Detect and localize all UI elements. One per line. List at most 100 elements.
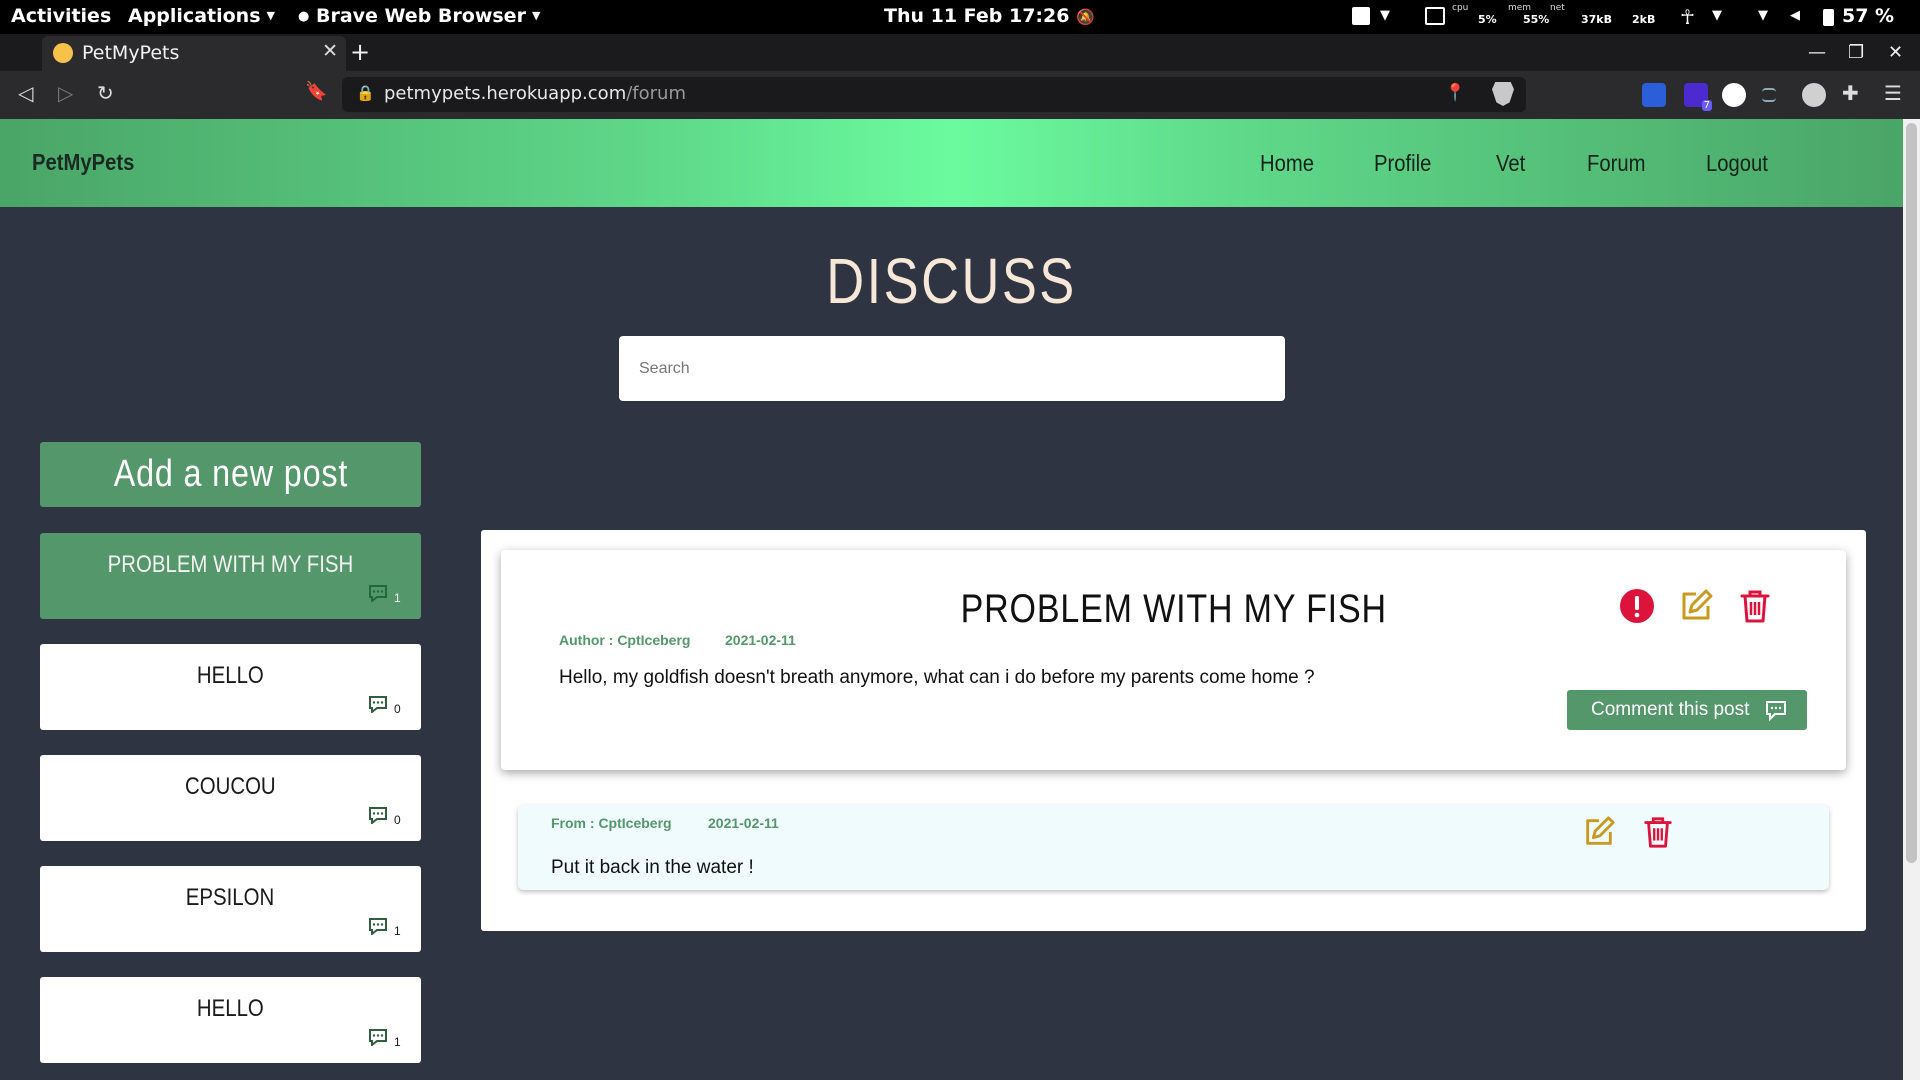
chevron-down-icon: ▼: [266, 9, 275, 22]
edit-icon[interactable]: [1678, 588, 1714, 624]
nav-logout[interactable]: Logout: [1706, 150, 1768, 177]
url-text[interactable]: petmypets.herokuapp.com/forum: [384, 83, 686, 104]
delete-icon[interactable]: [1737, 588, 1773, 624]
comment-this-post-button[interactable]: Comment this post: [1567, 690, 1807, 730]
brave-shields-icon[interactable]: [1492, 82, 1514, 106]
post-detail-panel: PROBLEM WITH MY FISH Author : CptIceberg…: [481, 530, 1866, 931]
post-list-item[interactable]: EPSILON 1: [40, 866, 421, 952]
comment-count: 0: [394, 702, 401, 716]
post-list-item[interactable]: COUCOU 0: [40, 755, 421, 841]
cpu-value: 5%: [1478, 13, 1497, 26]
comment-bubble-icon: [369, 696, 387, 713]
app-menu[interactable]: ● Brave Web Browser ▼: [298, 5, 540, 27]
back-icon[interactable]: ◁: [18, 81, 33, 105]
post-item-title: HELLO: [197, 662, 264, 689]
list-extension-icon[interactable]: [1762, 88, 1776, 102]
comment-date: 2021-02-11: [708, 815, 779, 831]
post-item-title: EPSILON: [186, 884, 275, 911]
post-body: Hello, my goldfish doesn't breath anymor…: [559, 667, 1315, 688]
close-tab-icon[interactable]: ✕: [322, 40, 338, 62]
brand-logo[interactable]: PetMyPets: [32, 149, 134, 176]
palette-extension-icon[interactable]: [1802, 83, 1826, 107]
clock[interactable]: Thu 11 Feb 17:26 🔕: [884, 5, 1095, 27]
comment-author: From : CptIceberg: [551, 815, 672, 831]
net-up-value: 2kB: [1632, 13, 1656, 26]
comment-count: 0: [394, 813, 401, 827]
tab-title: PetMyPets: [82, 42, 180, 64]
chevron-down-icon[interactable]: ▼: [1380, 8, 1390, 23]
page-viewport: PetMyPets Home Profile Vet Forum Logout …: [0, 119, 1903, 1080]
mem-value: 55%: [1523, 13, 1550, 26]
cat-favicon-icon: [53, 43, 73, 63]
mem-label: mem: [1508, 3, 1532, 13]
post-title: PROBLEM WITH MY FISH: [960, 587, 1387, 631]
browser-toolbar: ◁ ▷ ↻ 🔖 🔒 petmypets.herokuapp.com/forum …: [0, 71, 1920, 119]
system-monitor-icon[interactable]: [1425, 7, 1445, 25]
comment-bubble-icon: [369, 585, 387, 602]
comment-button-label: Comment this post: [1591, 699, 1750, 720]
comment-count: 1: [394, 591, 401, 605]
battery-icon[interactable]: [1823, 9, 1834, 26]
delete-icon[interactable]: [1641, 815, 1675, 849]
post-item-title: COUCOU: [185, 773, 276, 800]
restore-icon[interactable]: ❐: [1848, 42, 1864, 63]
scrollbar-thumb[interactable]: [1906, 123, 1917, 863]
post-list-item[interactable]: PROBLEM WITH MY FISH 1: [40, 533, 421, 619]
bitwarden-extension-icon[interactable]: [1642, 83, 1666, 107]
net-down-value: 37kB: [1581, 13, 1613, 26]
keyboard-layout-icon[interactable]: [1352, 7, 1370, 25]
reload-icon[interactable]: ↻: [97, 81, 114, 105]
nav-profile[interactable]: Profile: [1374, 150, 1431, 177]
comment-count: 1: [394, 1035, 401, 1049]
comment-bubble-icon: [369, 1029, 387, 1046]
minimize-icon[interactable]: —: [1808, 42, 1826, 63]
nav-forum[interactable]: Forum: [1587, 150, 1645, 177]
chevron-down-icon[interactable]: ▼: [1712, 8, 1722, 23]
tab-strip: PetMyPets ✕: [0, 34, 1920, 95]
add-new-post-button[interactable]: Add a new post: [40, 442, 421, 507]
comment-bubble-icon: [369, 807, 387, 824]
wifi-icon[interactable]: ▼: [1758, 8, 1768, 23]
report-icon[interactable]: [1619, 588, 1655, 624]
post-item-title: HELLO: [197, 995, 264, 1022]
json-extension-icon[interactable]: [1722, 83, 1746, 107]
cpu-label: cpu: [1452, 3, 1469, 13]
chevron-down-icon: ▼: [531, 9, 541, 22]
site-navbar: PetMyPets Home Profile Vet Forum Logout: [0, 119, 1903, 207]
puzzle-icon[interactable]: ✚: [1842, 81, 1859, 105]
comment-count: 1: [394, 924, 401, 938]
close-window-icon[interactable]: ✕: [1888, 42, 1903, 63]
activities-button[interactable]: Activities: [11, 5, 111, 27]
page-scrollbar[interactable]: [1903, 119, 1920, 1080]
search-input[interactable]: [619, 336, 1285, 401]
comment-card: From : CptIceberg 2021-02-11 Put it back…: [518, 805, 1829, 890]
volume-icon[interactable]: ◀: [1790, 8, 1800, 23]
address-bar[interactable]: 🔒 petmypets.herokuapp.com/forum 📍: [342, 77, 1526, 112]
post-author: Author : CptIceberg: [559, 632, 691, 648]
menu-icon[interactable]: ☰: [1884, 81, 1902, 105]
accessibility-icon[interactable]: ☥: [1680, 5, 1695, 29]
new-tab-icon[interactable]: +: [350, 38, 370, 66]
post-list-item[interactable]: HELLO 0: [40, 644, 421, 730]
bell-muted-icon: 🔕: [1076, 8, 1095, 26]
location-pin-icon[interactable]: 📍: [1445, 83, 1466, 103]
applications-menu[interactable]: Applications ▼: [128, 5, 275, 27]
post-item-title: PROBLEM WITH MY FISH: [107, 551, 354, 578]
nav-home[interactable]: Home: [1260, 150, 1314, 177]
system-top-bar: Activities Applications ▼ ● Brave Web Bro…: [0, 0, 1920, 34]
forward-icon[interactable]: ▷: [58, 81, 73, 105]
brave-dot-icon: ●: [298, 9, 310, 24]
comment-bubble-icon: [369, 918, 387, 935]
net-label: net: [1550, 3, 1565, 13]
lock-icon: 🔒: [356, 84, 375, 102]
comment-text: Put it back in the water !: [551, 857, 754, 878]
tab-petmypets[interactable]: PetMyPets ✕: [42, 36, 346, 71]
post-list-item[interactable]: HELLO 1: [40, 977, 421, 1063]
edit-icon[interactable]: [1582, 815, 1616, 849]
nav-vet[interactable]: Vet: [1496, 150, 1525, 177]
bookmark-icon[interactable]: 🔖: [305, 81, 327, 102]
battery-percent[interactable]: 57 %: [1842, 5, 1894, 27]
post-date: 2021-02-11: [725, 632, 796, 648]
extension-badge-icon[interactable]: 7: [1684, 83, 1712, 111]
post-card: PROBLEM WITH MY FISH Author : CptIceberg…: [501, 550, 1846, 770]
